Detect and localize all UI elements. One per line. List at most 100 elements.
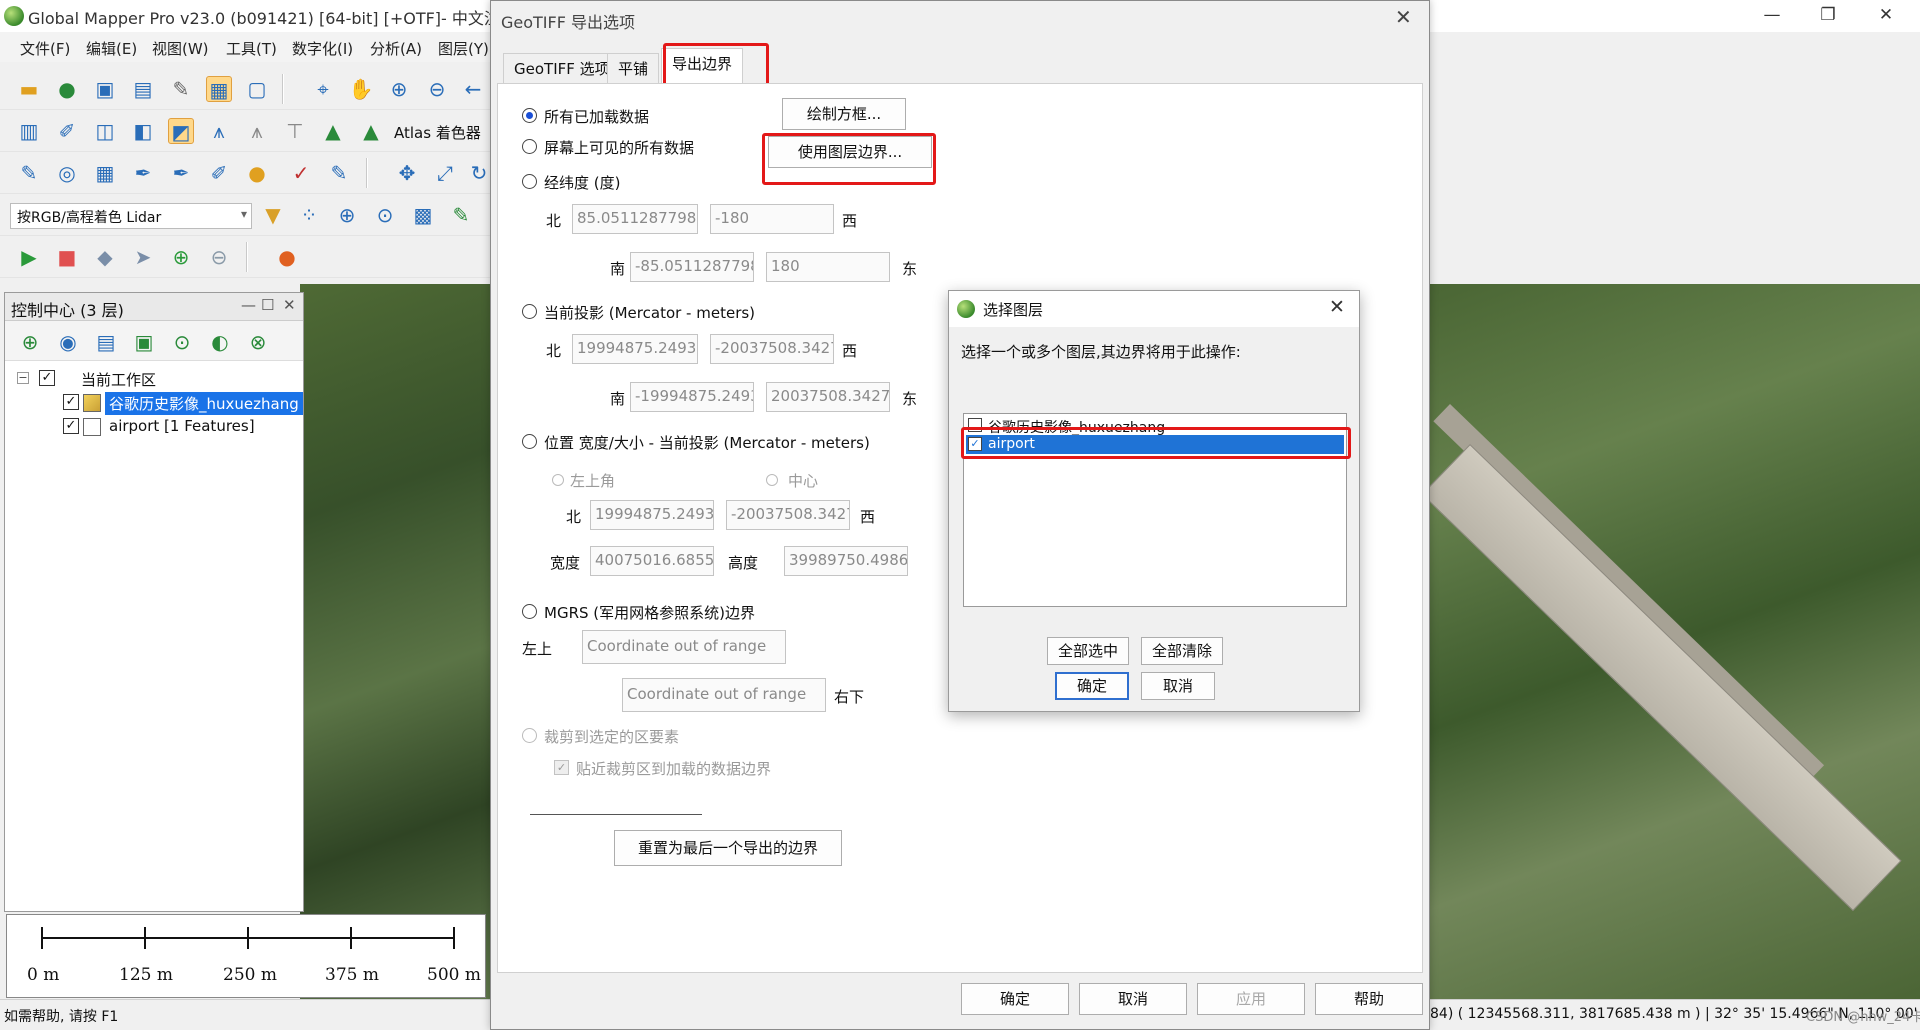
menu-layer[interactable]: 图层(Y) xyxy=(438,38,489,59)
layer-remove-icon[interactable]: ⊗ xyxy=(245,329,271,355)
restore-button[interactable]: ❐ xyxy=(1808,2,1848,28)
shader-icon[interactable]: ◩ xyxy=(168,118,194,144)
apply-button[interactable]: 应用 xyxy=(1197,983,1305,1015)
edit-icon[interactable]: ✎ xyxy=(326,160,352,186)
minimize-button[interactable]: — xyxy=(1752,2,1792,28)
zoom-in-icon[interactable]: ⊕ xyxy=(386,76,412,102)
tab-geotiff-options[interactable]: GeoTIFF 选项 xyxy=(503,53,621,83)
atlas-shader-label[interactable]: Atlas 着色器 xyxy=(394,122,481,143)
target-icon[interactable]: ◎ xyxy=(54,160,80,186)
cancel-button[interactable]: 取消 xyxy=(1079,983,1187,1015)
panel-minimize-button[interactable]: — xyxy=(241,296,256,314)
globe-icon[interactable]: ● xyxy=(54,76,80,102)
ok-button[interactable]: 确定 xyxy=(961,983,1069,1015)
layer-globe-icon[interactable]: ◉ xyxy=(55,329,81,355)
proj-west-field[interactable]: -20037508.34278 xyxy=(710,334,834,364)
layer-label[interactable]: airport [1 Features] xyxy=(109,417,255,435)
select-layer-ok-button[interactable]: 确定 xyxy=(1055,672,1129,700)
color-mode-dropdown[interactable]: 按RGB/高程着色 Lidar ▾ xyxy=(10,203,252,229)
overview-icon[interactable]: ▢ xyxy=(244,76,270,102)
eraser-icon[interactable]: ✐ xyxy=(206,160,232,186)
latlon-south-field[interactable]: -85.0511287798( xyxy=(630,252,754,282)
radio-current-projection[interactable] xyxy=(522,304,537,319)
pos-north-field[interactable]: 19994875.24930 xyxy=(590,500,714,530)
clear-all-button[interactable]: 全部清除 xyxy=(1141,637,1223,665)
split-view-icon[interactable]: ◫ xyxy=(92,118,118,144)
layers-icon[interactable]: ▦ xyxy=(206,76,232,102)
stop-icon[interactable]: ■ xyxy=(54,244,80,270)
bird-icon[interactable]: ◆ xyxy=(92,244,118,270)
vertex-icon[interactable]: ✒ xyxy=(130,160,156,186)
lidar-search-icon[interactable]: ⊙ xyxy=(372,202,398,228)
pos-west-field[interactable]: -20037508.34278 xyxy=(726,500,850,530)
panel-close-button[interactable]: ✕ xyxy=(283,296,296,314)
move-icon[interactable]: ✥ xyxy=(394,160,420,186)
tab-tiling[interactable]: 平铺 xyxy=(607,53,660,83)
edit-vertex-icon[interactable]: ✒ xyxy=(168,160,194,186)
layer-search-icon[interactable]: ⊙ xyxy=(169,329,195,355)
close-button[interactable]: ✕ xyxy=(1866,2,1906,28)
layer-visibility-icon[interactable]: ◐ xyxy=(207,329,233,355)
mgrs-upper-left-field[interactable]: Coordinate out of range xyxy=(582,630,786,664)
terrain-icon[interactable]: ▲ xyxy=(320,118,346,144)
lidar-zoom-icon[interactable]: ⊕ xyxy=(334,202,360,228)
latlon-north-field[interactable]: 85.05112877980 xyxy=(572,204,698,234)
save-icon[interactable]: ▣ xyxy=(92,76,118,102)
menu-file[interactable]: 文件(F) xyxy=(20,38,70,59)
scale-icon[interactable]: ⤢ xyxy=(432,160,458,186)
layer-label[interactable]: 谷歌历史影像_huxuezhang xyxy=(105,392,303,415)
select-tool-icon[interactable]: ⌖ xyxy=(310,76,336,102)
back-arrow-icon[interactable]: ← xyxy=(460,76,486,102)
radio-mgrs[interactable] xyxy=(522,604,537,619)
zoom-out-icon[interactable]: ⊖ xyxy=(424,76,450,102)
paint-icon[interactable]: ✐ xyxy=(54,118,80,144)
table-icon[interactable]: ▤ xyxy=(130,76,156,102)
layer-table-icon[interactable]: ▤ xyxy=(93,329,119,355)
menu-tools[interactable]: 工具(T) xyxy=(226,38,277,59)
radio-all-visible[interactable] xyxy=(522,139,537,154)
mountain-icon[interactable]: ▲ xyxy=(358,118,384,144)
latlon-east-field[interactable]: 180 xyxy=(766,252,890,282)
elevation-alt-icon[interactable]: ⩚ xyxy=(244,118,270,144)
snap-crop-checkbox[interactable]: ✓ xyxy=(554,760,569,775)
lidar-edit-icon[interactable]: ✎ xyxy=(448,202,474,228)
layer-checkbox[interactable]: ✓ xyxy=(63,394,79,410)
3d-view-icon[interactable]: ◧ xyxy=(130,118,156,144)
menu-digitize[interactable]: 数字化(I) xyxy=(292,38,353,59)
pie-icon[interactable]: ● xyxy=(274,244,300,270)
radio-center[interactable] xyxy=(766,474,778,486)
radio-position-size[interactable] xyxy=(522,434,537,449)
wrench-icon[interactable]: ✎ xyxy=(168,76,194,102)
layer-checkbox[interactable]: ✓ xyxy=(63,418,79,434)
point-cloud-icon[interactable]: ⁘ xyxy=(296,202,322,228)
panel-maximize-button[interactable]: ☐ xyxy=(261,296,274,314)
pos-height-field[interactable]: 39989750.49861 xyxy=(784,546,908,576)
select-all-button[interactable]: 全部选中 xyxy=(1047,637,1129,665)
radio-top-left-corner[interactable] xyxy=(552,474,564,486)
draw-box-button[interactable]: 绘制方框... xyxy=(782,98,906,130)
collapse-icon[interactable]: − xyxy=(17,372,29,384)
zoom-layer-icon[interactable]: ⊕ xyxy=(17,329,43,355)
latlon-west-field[interactable]: -180 xyxy=(710,204,834,234)
play-icon[interactable]: ▶ xyxy=(16,244,42,270)
add-layer-icon[interactable]: ⊕ xyxy=(168,244,194,270)
menu-analysis[interactable]: 分析(A) xyxy=(370,38,422,59)
path-fly-icon[interactable]: ➤ xyxy=(130,244,156,270)
proj-south-field[interactable]: -19994875.2493( xyxy=(630,382,754,412)
workspace-checkbox[interactable]: ✓ xyxy=(39,370,55,386)
open-folder-icon[interactable]: ▬ xyxy=(16,76,42,102)
path-icon[interactable]: ✓ xyxy=(288,160,314,186)
remove-layer-icon[interactable]: ⊖ xyxy=(206,244,232,270)
shapes-icon[interactable]: ● xyxy=(244,160,270,186)
menu-edit[interactable]: 编辑(E) xyxy=(86,38,137,59)
radio-all-loaded[interactable] xyxy=(522,108,537,123)
help-button[interactable]: 帮助 xyxy=(1315,983,1423,1015)
tower-icon[interactable]: ⊤ xyxy=(282,118,308,144)
grid-icon[interactable]: ▩ xyxy=(410,202,436,228)
radio-crop-selected[interactable] xyxy=(522,728,537,743)
pan-hand-icon[interactable]: ✋ xyxy=(348,76,374,102)
elevation-icon[interactable]: ⩚ xyxy=(206,118,232,144)
proj-north-field[interactable]: 19994875.24930 xyxy=(572,334,698,364)
dialog-close-icon[interactable]: ✕ xyxy=(1395,5,1412,29)
reset-last-bounds-button[interactable]: 重置为最后一个导出的边界 xyxy=(614,830,842,866)
